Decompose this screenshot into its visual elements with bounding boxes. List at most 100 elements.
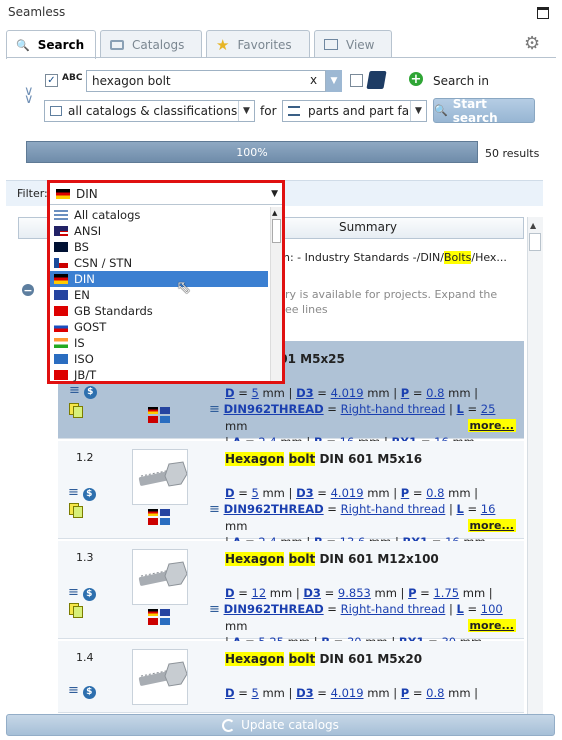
filter-option[interactable]: EN bbox=[50, 287, 268, 303]
param-link[interactable]: 1.75 bbox=[433, 586, 459, 600]
part-thumbnail[interactable] bbox=[132, 649, 188, 705]
param-name-l[interactable]: L bbox=[457, 402, 464, 416]
param-link[interactable]: 4.019 bbox=[331, 486, 364, 500]
param-link[interactable]: 0.8 bbox=[426, 386, 444, 400]
param-name-d3[interactable]: D3 bbox=[296, 686, 314, 700]
dropdown-scrollbar[interactable]: ▲ bbox=[270, 207, 282, 381]
param-link[interactable]: Right-hand thread bbox=[341, 602, 446, 616]
scroll-up-icon[interactable]: ▲ bbox=[272, 209, 277, 217]
maximize-icon[interactable] bbox=[537, 7, 549, 19]
start-search-button[interactable]: 🔍 Start search bbox=[433, 97, 535, 125]
param-name-d[interactable]: D bbox=[225, 686, 235, 700]
param-link[interactable]: DIN962THREAD bbox=[224, 402, 324, 416]
price-icon[interactable]: $ bbox=[82, 487, 96, 501]
param-link[interactable]: 4.019 bbox=[331, 686, 364, 700]
details-icon[interactable]: ≡ bbox=[209, 502, 220, 517]
filter-option[interactable]: All catalogs bbox=[50, 207, 268, 223]
filter-select[interactable]: DIN ▼ bbox=[50, 183, 282, 205]
param-link[interactable]: 16 bbox=[481, 502, 496, 516]
param-link[interactable]: 4.019 bbox=[331, 386, 364, 400]
param-name-d3[interactable]: D3 bbox=[296, 486, 314, 500]
price-icon[interactable]: $ bbox=[82, 587, 96, 601]
documents-icon[interactable] bbox=[69, 603, 84, 619]
part-thumbnail[interactable] bbox=[132, 549, 188, 605]
gear-icon[interactable]: ⚙ bbox=[524, 33, 540, 54]
scroll-thumb[interactable] bbox=[272, 219, 281, 243]
param-name-p[interactable]: P bbox=[401, 386, 409, 400]
results-scrollbar[interactable]: ▲ bbox=[527, 217, 543, 717]
abc-checkbox[interactable]: ✓ bbox=[45, 74, 58, 87]
result-row[interactable]: 1.2 ≡ $ Hexagon bolt DIN 601 M5x16 D = 5… bbox=[58, 441, 524, 549]
details-icon[interactable]: ≡ bbox=[209, 402, 220, 417]
filter-option[interactable]: GB Standards bbox=[50, 303, 268, 319]
details-icon[interactable]: ≡ bbox=[69, 383, 80, 398]
history-dropdown-button[interactable]: ▼ bbox=[326, 70, 342, 92]
more-link[interactable]: more... bbox=[467, 419, 516, 432]
result-title[interactable]: Hexagon bolt DIN 601 M5x20 bbox=[225, 652, 422, 666]
param-name-d[interactable]: D bbox=[225, 586, 235, 600]
filter-option[interactable]: IS bbox=[50, 335, 268, 351]
scroll-up-icon[interactable]: ▲ bbox=[530, 221, 540, 231]
scroll-thumb[interactable] bbox=[529, 233, 541, 251]
details-icon[interactable]: ≡ bbox=[68, 585, 79, 600]
param-link[interactable]: 5 bbox=[252, 486, 259, 500]
tab-catalogs[interactable]: Catalogs bbox=[100, 30, 202, 58]
param-name-d3[interactable]: D3 bbox=[303, 586, 321, 600]
filter-option[interactable]: BS bbox=[50, 239, 268, 255]
param-link[interactable]: 5 bbox=[252, 686, 259, 700]
param-link[interactable]: 100 bbox=[481, 602, 503, 616]
param-name-d3[interactable]: D3 bbox=[296, 386, 314, 400]
secondary-checkbox[interactable] bbox=[350, 74, 363, 87]
param-link[interactable]: DIN962THREAD bbox=[224, 602, 324, 616]
update-catalogs-button[interactable]: Update catalogs bbox=[6, 714, 555, 736]
collapse-icon[interactable]: − bbox=[22, 284, 34, 297]
filter-option[interactable]: ISO bbox=[50, 351, 268, 367]
documents-icon[interactable] bbox=[69, 403, 84, 419]
param-link[interactable]: 9.853 bbox=[338, 586, 371, 600]
param-name-d[interactable]: D bbox=[225, 386, 235, 400]
details-icon[interactable]: ≡ bbox=[68, 485, 79, 500]
result-row[interactable]: 1.3 ≡ $ Hexagon bolt DIN 601 M12x100 D =… bbox=[58, 541, 524, 649]
param-link[interactable]: Right-hand thread bbox=[341, 502, 446, 516]
part-thumbnail[interactable] bbox=[132, 449, 188, 505]
more-link[interactable]: more... bbox=[467, 619, 516, 632]
documents-icon[interactable] bbox=[69, 503, 84, 519]
filter-option[interactable]: GOST bbox=[50, 319, 268, 335]
add-icon[interactable]: + bbox=[409, 72, 423, 87]
result-title[interactable]: Hexagon bolt DIN 601 M5x16 bbox=[225, 452, 422, 466]
filter-option[interactable]: JB/T bbox=[50, 367, 268, 383]
tab-favorites[interactable]: ★ Favorites bbox=[206, 30, 310, 58]
catalog-scope-select[interactable]: all catalogs & classifications ▼ bbox=[44, 100, 255, 122]
param-name-d[interactable]: D bbox=[225, 486, 235, 500]
search-input[interactable]: hexagon bolt bbox=[86, 70, 326, 92]
tab-search[interactable]: 🔍 Search bbox=[6, 30, 96, 59]
clear-button[interactable]: x bbox=[310, 73, 317, 87]
price-icon[interactable]: $ bbox=[82, 685, 96, 699]
param-link[interactable]: Right-hand thread bbox=[341, 402, 446, 416]
collapse-chevron-icon[interactable]: ∨ ∨ bbox=[24, 85, 34, 106]
filter-option[interactable]: ANSI bbox=[50, 223, 268, 239]
param-name-p[interactable]: P bbox=[401, 486, 409, 500]
book-icon[interactable] bbox=[366, 71, 387, 89]
param-name-p[interactable]: P bbox=[401, 686, 409, 700]
param-link[interactable]: 25 bbox=[481, 402, 496, 416]
param-link[interactable]: 5 bbox=[252, 386, 259, 400]
result-row[interactable]: 1.4 ≡ $ Hexagon bolt DIN 601 M5x20 D = 5… bbox=[58, 641, 524, 713]
param-link[interactable]: DIN962THREAD bbox=[224, 502, 324, 516]
details-icon[interactable]: ≡ bbox=[209, 602, 220, 617]
more-link[interactable]: more... bbox=[467, 519, 516, 532]
price-icon[interactable]: $ bbox=[83, 385, 97, 399]
param-link[interactable]: 0.8 bbox=[426, 486, 444, 500]
details-icon[interactable]: ≡ bbox=[68, 683, 79, 698]
param-link[interactable]: 0.8 bbox=[426, 686, 444, 700]
filter-option[interactable]: DIN bbox=[50, 271, 268, 287]
filter-option[interactable]: CSN / STN bbox=[50, 255, 268, 271]
param-name-p[interactable]: P bbox=[408, 586, 416, 600]
result-type-select[interactable]: parts and part fami ▼ bbox=[282, 100, 427, 122]
filter-dropdown[interactable]: DIN ▼ All catalogs ANSI BS CSN / STN DIN EN GB… bbox=[47, 180, 285, 384]
param-name-l[interactable]: L bbox=[457, 502, 464, 516]
tab-view[interactable]: View bbox=[314, 30, 392, 58]
result-title[interactable]: Hexagon bolt DIN 601 M12x100 bbox=[225, 552, 439, 566]
param-link[interactable]: 12 bbox=[252, 586, 267, 600]
param-name-l[interactable]: L bbox=[457, 602, 464, 616]
